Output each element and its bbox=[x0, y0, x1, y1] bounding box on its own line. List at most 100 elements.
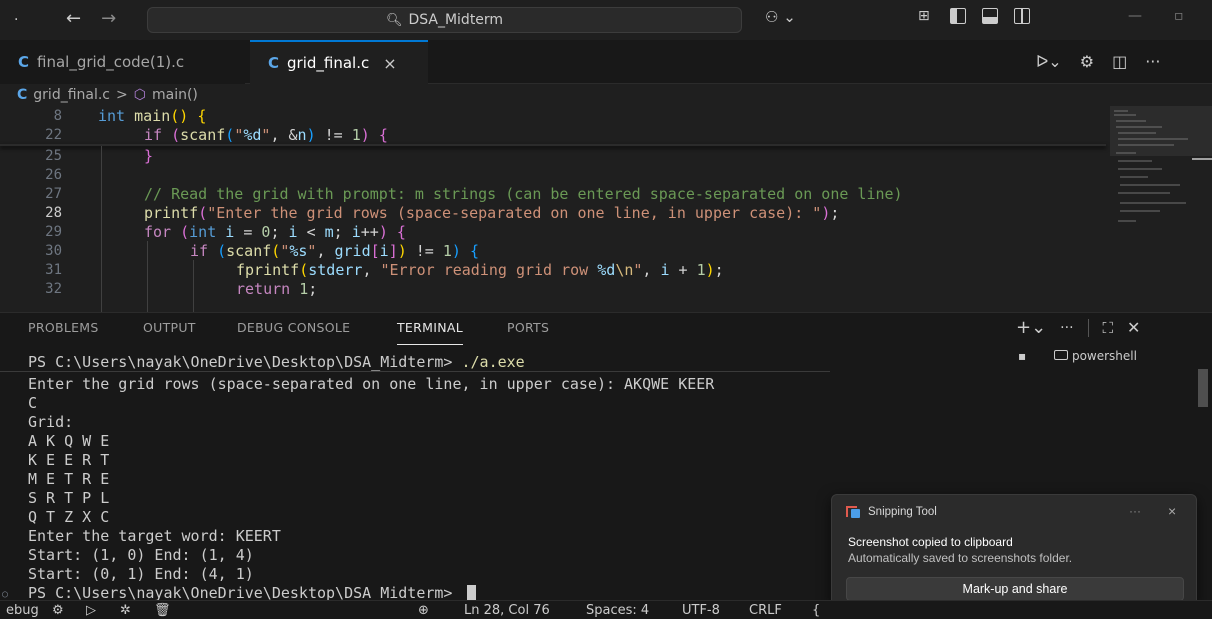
window-controls: — ▫ ✕ bbox=[1128, 8, 1212, 24]
notification-close-icon[interactable]: × bbox=[1168, 503, 1176, 519]
terminal-cursor bbox=[467, 585, 477, 601]
status-eol[interactable]: CRLF bbox=[749, 602, 782, 619]
maximize-panel-icon[interactable]: ⛶ bbox=[1103, 319, 1114, 337]
code-line[interactable]: 32 return 1; bbox=[0, 279, 1100, 298]
c-file-icon: C bbox=[17, 87, 28, 103]
tab-grid-final[interactable]: C grid_final.c × bbox=[250, 40, 428, 84]
zoom-icon[interactable]: ⊕ bbox=[418, 602, 429, 619]
line-number: 22 bbox=[45, 126, 62, 143]
line-number: 8 bbox=[53, 107, 62, 124]
tab-ports[interactable]: PORTS bbox=[507, 313, 549, 345]
sticky-line[interactable]: 8 int main() { bbox=[0, 106, 1100, 125]
status-cursor-position[interactable]: Ln 28, Col 76 bbox=[464, 602, 550, 619]
code-line[interactable]: 27 // Read the grid with prompt: m strin… bbox=[0, 184, 1100, 203]
minimap-slider[interactable] bbox=[1110, 106, 1212, 156]
minimap-line bbox=[1118, 192, 1170, 194]
tab-final-grid-code[interactable]: C final_grid_code(1).c bbox=[0, 40, 245, 84]
terminal-line: A K Q W E bbox=[28, 432, 110, 450]
new-terminal-icon[interactable]: +⌄ bbox=[1016, 317, 1046, 338]
notification-title: Screenshot copied to clipboard bbox=[848, 535, 1013, 549]
minimap-line bbox=[1120, 176, 1148, 178]
code-line[interactable]: 25 } bbox=[0, 146, 1100, 165]
debug-bug-icon[interactable]: ✲ bbox=[120, 602, 131, 619]
breadcrumb-file[interactable]: grid_final.c bbox=[33, 87, 110, 103]
code-line[interactable]: 29 for (int i = 0; i < m; i++) { bbox=[0, 222, 1100, 241]
c-file-icon: C bbox=[18, 53, 30, 71]
split-editor-icon[interactable]: ◫ bbox=[1112, 52, 1127, 71]
notification-subtitle: Automatically saved to screenshots folde… bbox=[848, 551, 1073, 565]
title-bar: · ← → 🔍︎ DSA_Midterm ⚇ ⌄ ⊞ — ▫ ✕ bbox=[0, 0, 1212, 40]
command-decoration-icon[interactable]: ○ bbox=[2, 589, 8, 600]
terminal-line: Start: (1, 0) End: (1, 4) bbox=[28, 546, 254, 564]
snipping-tool-icon bbox=[846, 506, 860, 518]
notification-app-name: Snipping Tool bbox=[868, 506, 937, 518]
tab-debug-console[interactable]: DEBUG CONSOLE bbox=[237, 313, 350, 345]
code-line[interactable]: 31 fprintf(stderr, "Error reading grid r… bbox=[0, 260, 1100, 279]
code-editor[interactable]: 8 int main() { 22 if (scanf("%d", &n) !=… bbox=[0, 106, 1212, 312]
code-text: return 1; bbox=[236, 279, 318, 298]
code-line-active[interactable]: 28 printf("Enter the grid rows (space-se… bbox=[0, 203, 1100, 222]
status-debug[interactable]: ebug bbox=[6, 602, 39, 619]
toggle-panel-icon[interactable] bbox=[982, 8, 998, 24]
status-bar: ebug ⚙ ▷ ✲ 🗑︎ ⊕ Ln 28, Col 76 Spaces: 4 … bbox=[0, 600, 1212, 619]
more-actions-icon[interactable]: ··· bbox=[1060, 320, 1073, 336]
function-symbol-icon: ⬡ bbox=[133, 87, 146, 103]
status-encoding[interactable]: UTF-8 bbox=[682, 602, 720, 619]
status-language[interactable]: { bbox=[812, 602, 820, 619]
menu-dot[interactable]: · bbox=[14, 12, 18, 28]
command-center-search[interactable]: 🔍︎ DSA_Midterm bbox=[147, 7, 742, 33]
status-indentation[interactable]: Spaces: 4 bbox=[586, 602, 649, 619]
gear-icon[interactable]: ⚙ bbox=[52, 602, 64, 619]
code-text: for (int i = 0; i < m; i++) { bbox=[144, 222, 406, 241]
run-icon[interactable]: ▷ bbox=[86, 602, 96, 619]
code-line[interactable]: 26 bbox=[0, 165, 1100, 184]
tab-problems[interactable]: PROBLEMS bbox=[28, 313, 99, 345]
terminal-line: Start: (0, 1) End: (4, 1) bbox=[28, 565, 254, 583]
panel-actions: +⌄ ··· ⛶ ✕ bbox=[1016, 317, 1140, 338]
code-text: if (scanf("%s", grid[i]) != 1) { bbox=[190, 241, 479, 260]
sticky-line[interactable]: 22 if (scanf("%d", &n) != 1) { bbox=[0, 125, 1100, 144]
run-debug-icon[interactable]: ᐅ⌄ bbox=[1036, 52, 1062, 71]
arrow-left-icon[interactable]: ← bbox=[66, 8, 81, 29]
tab-output[interactable]: OUTPUT bbox=[143, 313, 196, 345]
command-center-label: DSA_Midterm bbox=[408, 12, 504, 28]
toggle-primary-sidebar-icon[interactable] bbox=[950, 8, 966, 24]
mark-up-and-share-button[interactable]: Mark-up and share bbox=[846, 577, 1184, 601]
gear-icon[interactable]: ⚙ bbox=[1080, 52, 1094, 71]
restore-icon[interactable]: ▫ bbox=[1174, 8, 1184, 24]
minimize-icon[interactable]: — bbox=[1128, 8, 1142, 24]
terminal-divider bbox=[0, 371, 830, 372]
code-line[interactable]: 30 if (scanf("%s", grid[i]) != 1) { bbox=[0, 241, 1100, 260]
terminal-line: K E E R T bbox=[28, 451, 110, 469]
notification-header: Snipping Tool bbox=[846, 506, 937, 518]
terminal-scrollbar[interactable] bbox=[1198, 369, 1208, 407]
terminal-line: M E T R E bbox=[28, 470, 110, 488]
breadcrumb-symbol[interactable]: main() bbox=[152, 87, 198, 103]
line-number: 26 bbox=[45, 166, 62, 183]
terminal-line: Grid: bbox=[28, 413, 74, 431]
terminal-command: ./a.exe bbox=[461, 353, 525, 371]
close-panel-icon[interactable]: ✕ bbox=[1127, 318, 1140, 337]
close-tab-icon[interactable]: × bbox=[383, 54, 396, 73]
breadcrumb-separator: > bbox=[116, 87, 128, 103]
editor-actions: ᐅ⌄ ⚙ ◫ ··· bbox=[1036, 52, 1160, 71]
minimap-line bbox=[1118, 220, 1136, 222]
trash-icon[interactable]: 🗑︎ bbox=[154, 602, 171, 619]
more-actions-icon[interactable]: ··· bbox=[1145, 52, 1160, 71]
arrow-right-icon[interactable]: → bbox=[101, 8, 116, 29]
minimap-line bbox=[1120, 184, 1180, 186]
line-number: 27 bbox=[45, 185, 62, 202]
copilot-icon[interactable]: ⚇ ⌄ bbox=[765, 8, 796, 26]
editor-tab-bar: C final_grid_code(1).c C grid_final.c × bbox=[0, 40, 1212, 84]
c-file-icon: C bbox=[268, 54, 280, 72]
toggle-secondary-sidebar-icon[interactable] bbox=[1014, 8, 1030, 24]
tab-label: grid_final.c bbox=[287, 54, 370, 72]
customize-layout-icon[interactable]: ⊞ bbox=[918, 8, 934, 24]
tab-terminal[interactable]: TERMINAL bbox=[397, 313, 463, 345]
line-number: 29 bbox=[45, 223, 62, 240]
notification-more-icon[interactable]: ··· bbox=[1129, 504, 1141, 518]
terminal-line: Q T Z X C bbox=[28, 508, 110, 526]
code-text: fprintf(stderr, "Error reading grid row … bbox=[236, 260, 724, 279]
snipping-tool-notification[interactable]: Snipping Tool ··· × Screenshot copied to… bbox=[831, 494, 1197, 606]
terminal-prompt: PS C:\Users\nayak\OneDrive\Desktop\DSA_M… bbox=[28, 353, 462, 371]
